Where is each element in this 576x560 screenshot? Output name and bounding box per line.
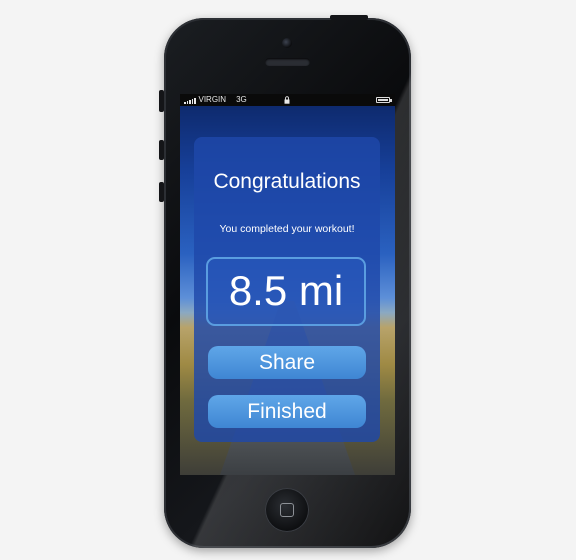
front-camera bbox=[282, 38, 292, 48]
power-button bbox=[330, 15, 368, 20]
home-button-icon[interactable] bbox=[265, 488, 309, 532]
network-label: 3G bbox=[236, 95, 247, 104]
mute-switch bbox=[159, 90, 164, 112]
carrier-label: VIRGIN bbox=[198, 95, 227, 104]
distance-display: 8.5 mi bbox=[206, 257, 366, 326]
signal-bars-icon bbox=[184, 97, 196, 104]
status-bar: VIRGIN 3G bbox=[180, 94, 395, 106]
home-button-square bbox=[280, 503, 294, 517]
volume-up-button bbox=[159, 140, 164, 160]
volume-down-button bbox=[159, 182, 164, 202]
finished-button[interactable]: Finished bbox=[208, 395, 366, 428]
earpiece-speaker bbox=[265, 58, 310, 66]
battery-icon bbox=[376, 97, 392, 103]
dialog-message: You completed your workout! bbox=[219, 223, 355, 235]
lock-icon bbox=[284, 96, 290, 104]
share-button[interactable]: Share bbox=[208, 346, 366, 379]
dialog-title: Congratulations bbox=[213, 170, 361, 193]
